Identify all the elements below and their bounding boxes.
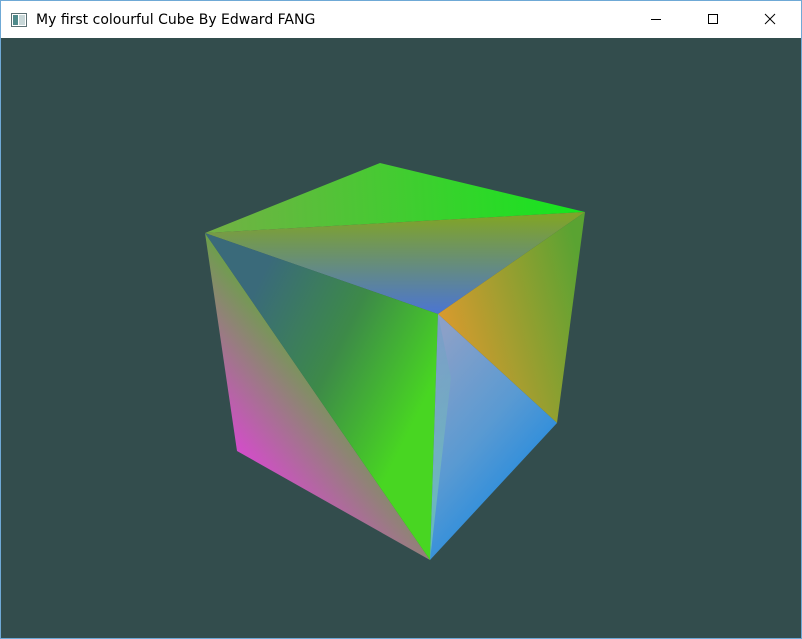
cube-render: [205, 163, 585, 560]
opengl-viewport[interactable]: [1, 38, 801, 638]
minimize-button[interactable]: [633, 1, 679, 38]
close-icon: [764, 10, 776, 29]
maximize-icon: [707, 10, 719, 29]
app-window-icon: [11, 12, 27, 27]
maximize-button[interactable]: [690, 1, 736, 38]
minimize-icon: [650, 10, 662, 29]
title-bar[interactable]: My first colourful Cube By Edward FANG: [1, 1, 801, 38]
app-window: My first colourful Cube By Edward FANG: [0, 0, 802, 639]
close-button[interactable]: [747, 1, 793, 38]
window-title: My first colourful Cube By Edward FANG: [36, 12, 316, 28]
